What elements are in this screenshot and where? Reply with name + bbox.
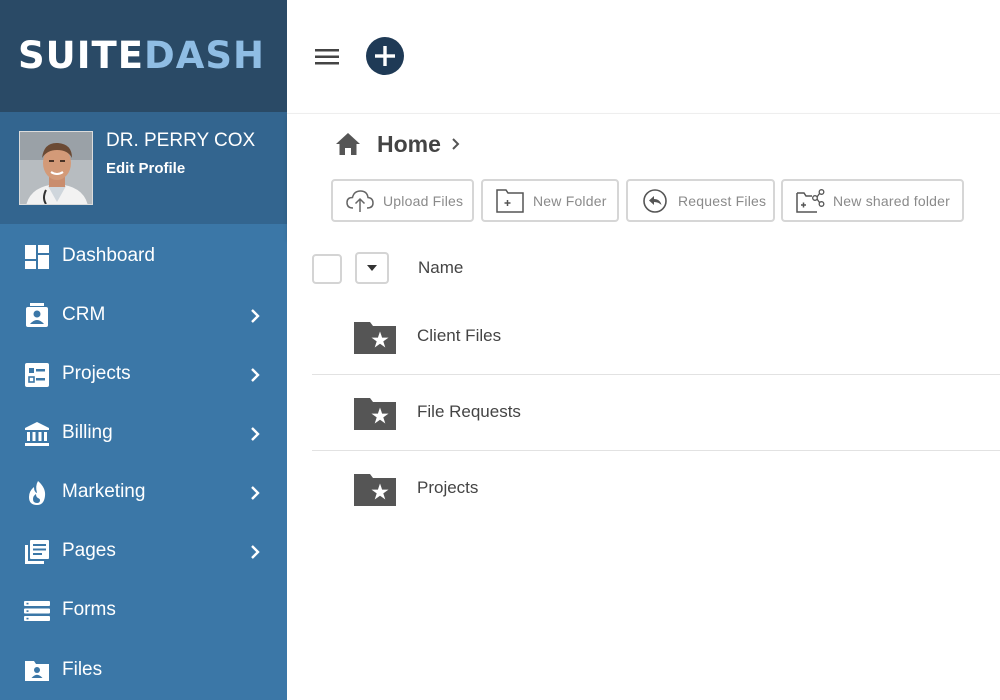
folder-row-projects[interactable]: Projects [312, 451, 1000, 527]
sidebar-item-projects[interactable]: Projects [0, 344, 287, 403]
folder-user-icon [25, 661, 49, 681]
upload-files-label: Upload Files [383, 193, 464, 209]
new-folder-label: New Folder [533, 193, 607, 209]
starred-folder-icon [354, 322, 396, 354]
checklist-icon [25, 363, 49, 387]
sidebar-item-label: Files [62, 659, 103, 680]
sidebar-item-label: Pages [62, 540, 116, 561]
avatar[interactable] [19, 131, 93, 205]
forms-icon [24, 601, 50, 621]
folder-name: Client Files [417, 326, 502, 345]
sidebar-item-label: Billing [62, 422, 113, 443]
contact-card-icon [26, 303, 48, 327]
folder-name: File Requests [417, 402, 521, 421]
logo-text-suite: SUITE [18, 34, 144, 77]
starred-folder-icon [354, 474, 396, 506]
sidebar-item-label: CRM [62, 304, 106, 325]
request-files-button[interactable]: Request Files [626, 179, 775, 222]
home-icon[interactable] [335, 131, 361, 157]
shared-folder-icon [796, 189, 825, 213]
profile-name: DR. PERRY COX [106, 130, 256, 151]
chevron-right-icon [251, 545, 260, 559]
starred-folder-icon [354, 398, 396, 430]
dashboard-icon [25, 245, 49, 269]
sidebar-item-label: Marketing [62, 481, 146, 502]
logo-text-dash: DASH [143, 34, 265, 77]
pages-icon [25, 540, 49, 564]
breadcrumb-home[interactable]: Home [377, 131, 441, 158]
suitedash-logo[interactable]: SUITEDASH [18, 34, 265, 78]
request-reply-icon [643, 189, 667, 213]
folder-name: Projects [417, 478, 479, 497]
breadcrumb-chevron-icon [452, 138, 460, 150]
sidebar-item-forms[interactable]: Forms [0, 580, 287, 639]
add-new-button[interactable] [366, 37, 404, 75]
sidebar-item-dashboard[interactable]: Dashboard [0, 226, 287, 285]
bulk-actions-dropdown[interactable] [355, 252, 389, 284]
chevron-right-icon [251, 368, 260, 382]
sidebar-item-label: Forms [62, 599, 116, 620]
new-shared-folder-button[interactable]: New shared folder [781, 179, 964, 222]
flame-icon [29, 481, 46, 505]
hamburger-menu-icon[interactable] [314, 44, 340, 70]
cloud-upload-icon [346, 190, 374, 212]
column-header-name[interactable]: Name [418, 258, 463, 278]
sidebar: SUITEDASH DR. PERRY COX Edit Profile Das… [0, 0, 287, 700]
edit-profile-link[interactable]: Edit Profile [106, 160, 185, 177]
sidebar-item-billing[interactable]: Billing [0, 403, 287, 462]
select-all-checkbox[interactable] [312, 254, 342, 284]
toolbar: Home Upload Files New Folder Request Fil… [287, 113, 1000, 238]
new-shared-folder-label: New shared folder [833, 193, 951, 209]
folder-row-client-files[interactable]: Client Files [312, 299, 1000, 375]
sidebar-item-files[interactable]: Files [0, 640, 287, 699]
request-files-label: Request Files [678, 193, 767, 209]
logo-bar: SUITEDASH [0, 0, 287, 112]
sidebar-item-label: Projects [62, 363, 131, 384]
new-folder-button[interactable]: New Folder [481, 179, 619, 222]
sidebar-item-crm[interactable]: CRM [0, 285, 287, 344]
profile-panel: DR. PERRY COX Edit Profile [0, 112, 287, 224]
chevron-right-icon [251, 427, 260, 441]
bank-icon [25, 422, 49, 446]
folder-row-file-requests[interactable]: File Requests [312, 375, 1000, 451]
new-folder-icon [496, 189, 524, 213]
chevron-right-icon [251, 309, 260, 323]
caret-down-icon [367, 265, 377, 271]
file-list: Name Client Files File Requests Projects [287, 238, 1000, 700]
chevron-right-icon [251, 486, 260, 500]
plus-icon [375, 46, 395, 66]
upload-files-button[interactable]: Upload Files [331, 179, 474, 222]
sidebar-item-marketing[interactable]: Marketing [0, 462, 287, 521]
sidebar-item-label: Dashboard [62, 245, 155, 266]
sidebar-item-pages[interactable]: Pages [0, 521, 287, 580]
top-bar [287, 0, 1000, 112]
